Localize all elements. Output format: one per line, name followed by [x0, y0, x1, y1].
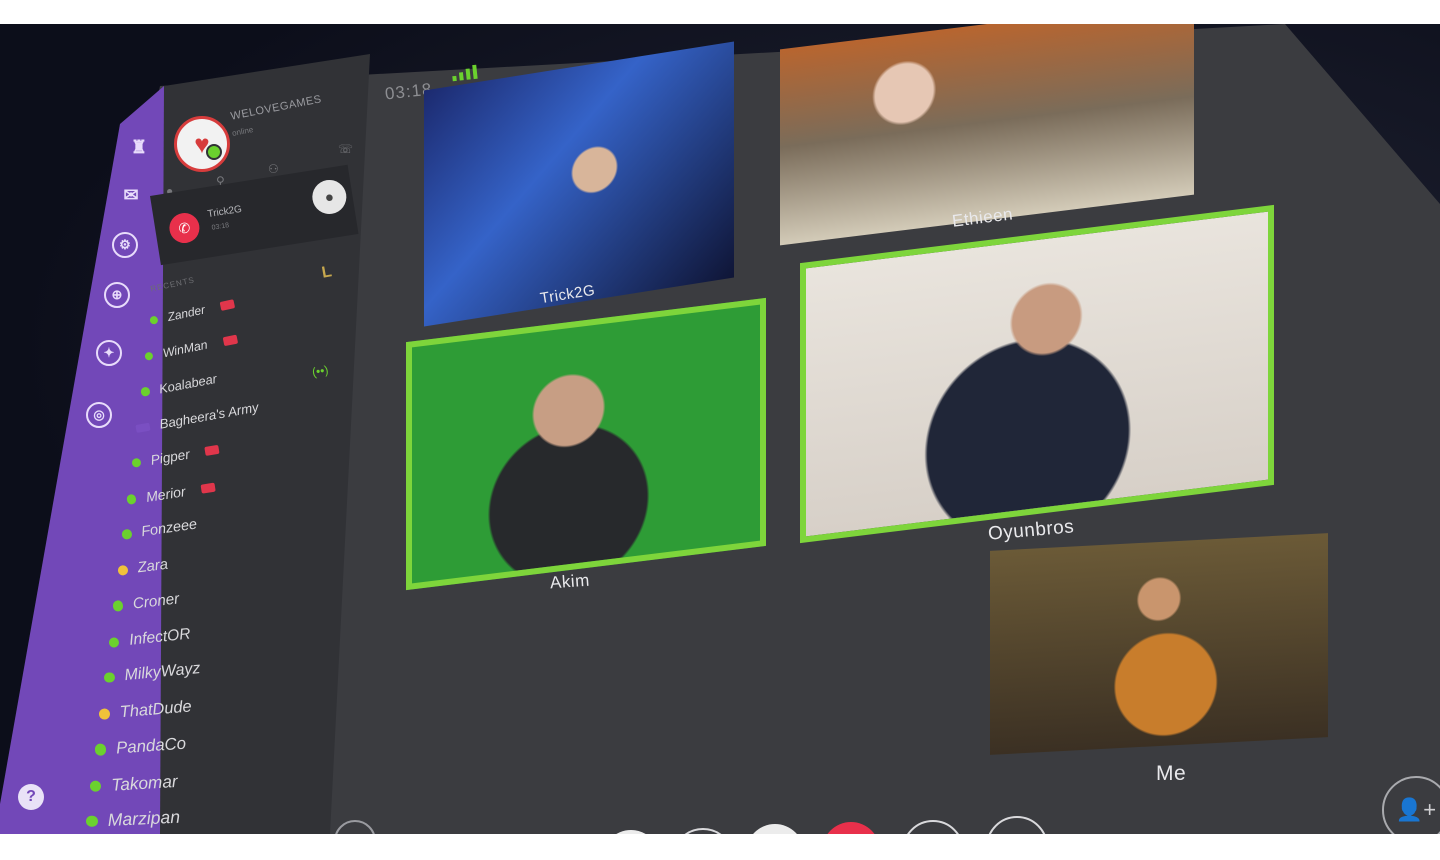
- avatar[interactable]: ♥: [174, 116, 230, 172]
- status-dot-icon: [149, 315, 159, 325]
- participant-name: Me: [1156, 762, 1187, 785]
- active-call-time: 03:18: [211, 222, 230, 232]
- status-dot-icon: [108, 636, 120, 648]
- hang-up-icon[interactable]: ✆: [167, 210, 202, 246]
- contact-name: Zara: [136, 556, 169, 576]
- mute-call-icon[interactable]: ⏺: [309, 177, 349, 217]
- status-dot-icon: [140, 386, 150, 397]
- video-tile-akim[interactable]: [406, 297, 766, 591]
- contact-item[interactable]: Takomar: [89, 770, 179, 796]
- status-dot-icon: [126, 493, 137, 505]
- notification-badge: [204, 444, 220, 456]
- online-status-dot: [206, 144, 222, 160]
- group-badge-icon: [135, 421, 151, 432]
- overwatch-rail-icon[interactable]: ◎: [86, 402, 112, 428]
- status-dot-icon: [117, 564, 129, 576]
- status-dot-icon: [85, 815, 98, 828]
- contact-item[interactable]: Marzipan: [85, 807, 180, 832]
- contact-name: Takomar: [110, 770, 179, 795]
- status-dot-icon: [98, 707, 111, 720]
- status-dot-icon: [89, 779, 102, 792]
- video-tile-oyunbros[interactable]: [800, 204, 1274, 544]
- status-dot-icon: [144, 350, 155, 361]
- group-icon[interactable]: ⚇: [268, 162, 279, 176]
- status-dot-icon: [112, 600, 124, 612]
- signal-strength-icon: [451, 64, 478, 82]
- home-icon[interactable]: ♜: [128, 136, 150, 158]
- active-call-name: Trick2G: [206, 203, 243, 221]
- chat-rail-icon[interactable]: ✉: [120, 184, 142, 206]
- video-tile-me[interactable]: [990, 533, 1328, 755]
- notification-badge: [219, 298, 236, 311]
- stage: ♜ ✉ ⚙ ⊕ ✦ ◎ ? ♥ WELOVEGAMES online ☏ ● ⚲…: [0, 24, 1440, 834]
- status-dot-icon: [130, 457, 142, 468]
- notification-badge: [222, 333, 239, 346]
- call-icon[interactable]: ☏: [338, 142, 353, 156]
- settings-rail-icon[interactable]: ⚙: [112, 232, 138, 258]
- participant-name: Akim: [549, 570, 591, 593]
- status-dot-icon: [103, 671, 116, 684]
- contact-name: Marzipan: [106, 806, 181, 830]
- help-button[interactable]: ?: [18, 784, 44, 810]
- friends-rail-icon[interactable]: ✦: [96, 340, 122, 366]
- game-rail-icon[interactable]: ⊕: [104, 282, 130, 308]
- status-dot-icon: [121, 528, 133, 540]
- notification-badge: [200, 481, 216, 493]
- group-voice-icon: (••): [310, 362, 330, 380]
- status-dot-icon: [94, 743, 107, 756]
